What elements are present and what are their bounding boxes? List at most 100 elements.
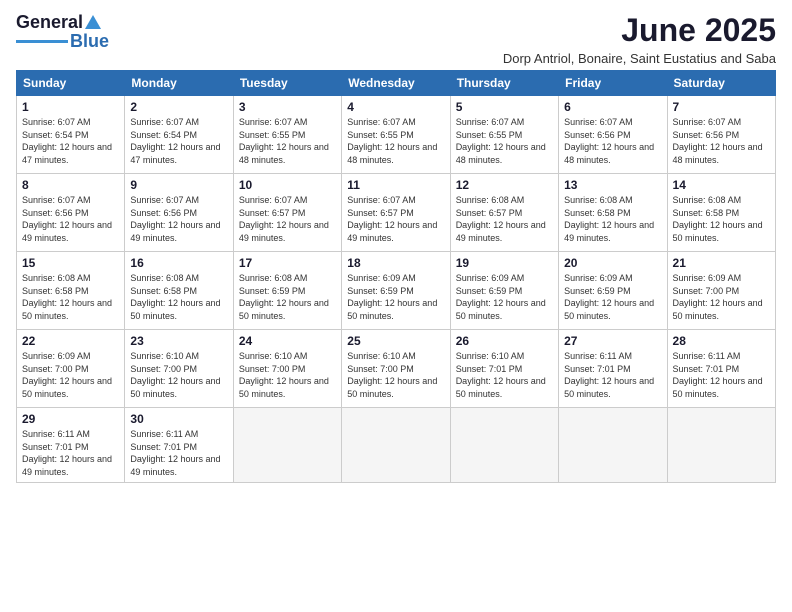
day-info: Sunrise: 6:11 AMSunset: 7:01 PMDaylight:… xyxy=(673,350,770,400)
calendar-cell: 18 Sunrise: 6:09 AMSunset: 6:59 PMDayligh… xyxy=(342,252,450,330)
day-number: 8 xyxy=(22,178,119,192)
calendar-cell: 22 Sunrise: 6:09 AMSunset: 7:00 PMDayligh… xyxy=(17,330,125,408)
calendar-cell: 23Sunrise: 6:10 AMSunset: 7:00 PMDayligh… xyxy=(125,330,233,408)
day-info: Sunrise: 6:11 AMSunset: 7:01 PMDaylight:… xyxy=(22,428,119,478)
calendar-cell: 6 Sunrise: 6:07 AMSunset: 6:56 PMDaylight… xyxy=(559,96,667,174)
day-info: Sunrise: 6:09 AMSunset: 7:00 PMDaylight:… xyxy=(22,350,119,400)
calendar-week-row: 29 Sunrise: 6:11 AMSunset: 7:01 PMDayligh… xyxy=(17,408,776,483)
calendar-cell: 30 Sunrise: 6:11 AMSunset: 7:01 PMDayligh… xyxy=(125,408,233,483)
day-number: 6 xyxy=(564,100,661,114)
calendar-cell xyxy=(233,408,341,483)
weekday-header: Tuesday xyxy=(233,71,341,96)
day-info: Sunrise: 6:07 AMSunset: 6:56 PMDaylight:… xyxy=(673,116,770,166)
calendar-cell: 10 Sunrise: 6:07 AMSunset: 6:57 PMDayligh… xyxy=(233,174,341,252)
calendar-cell: 17Sunrise: 6:08 AMSunset: 6:59 PMDayligh… xyxy=(233,252,341,330)
day-number: 19 xyxy=(456,256,553,270)
day-info: Sunrise: 6:08 AMSunset: 6:58 PMDaylight:… xyxy=(22,272,119,322)
main-title: June 2025 xyxy=(503,12,776,49)
day-number: 2 xyxy=(130,100,227,114)
calendar-cell xyxy=(342,408,450,483)
logo-blue: Blue xyxy=(70,31,109,52)
calendar-cell: 16 Sunrise: 6:08 AMSunset: 6:58 PMDayligh… xyxy=(125,252,233,330)
day-info: Sunrise: 6:07 AMSunset: 6:57 PMDaylight:… xyxy=(239,194,336,244)
calendar-cell: 14 Sunrise: 6:08 AMSunset: 6:58 PMDayligh… xyxy=(667,174,775,252)
day-number: 30 xyxy=(130,412,227,426)
day-number: 26 xyxy=(456,334,553,348)
calendar-cell: 7 Sunrise: 6:07 AMSunset: 6:56 PMDaylight… xyxy=(667,96,775,174)
calendar-cell: 19Sunrise: 6:09 AMSunset: 6:59 PMDayligh… xyxy=(450,252,558,330)
calendar-cell: 21 Sunrise: 6:09 AMSunset: 7:00 PMDayligh… xyxy=(667,252,775,330)
day-number: 29 xyxy=(22,412,119,426)
weekday-header: Thursday xyxy=(450,71,558,96)
day-info: Sunrise: 6:08 AMSunset: 6:57 PMDaylight:… xyxy=(456,194,553,244)
day-number: 13 xyxy=(564,178,661,192)
calendar-cell: 29 Sunrise: 6:11 AMSunset: 7:01 PMDayligh… xyxy=(17,408,125,483)
day-info: Sunrise: 6:08 AMSunset: 6:59 PMDaylight:… xyxy=(239,272,336,322)
calendar-cell xyxy=(667,408,775,483)
calendar-cell: 11Sunrise: 6:07 AMSunset: 6:57 PMDayligh… xyxy=(342,174,450,252)
weekday-header: Monday xyxy=(125,71,233,96)
day-number: 20 xyxy=(564,256,661,270)
calendar-week-row: 8 Sunrise: 6:07 AMSunset: 6:56 PMDaylight… xyxy=(17,174,776,252)
day-number: 16 xyxy=(130,256,227,270)
day-number: 10 xyxy=(239,178,336,192)
page: General Blue June 2025 Dorp Antriol, Bon… xyxy=(0,0,792,612)
day-info: Sunrise: 6:09 AMSunset: 7:00 PMDaylight:… xyxy=(673,272,770,322)
calendar-cell: 1 Sunrise: 6:07 AMSunset: 6:54 PMDaylight… xyxy=(17,96,125,174)
logo-triangle-icon xyxy=(83,13,103,33)
day-number: 24 xyxy=(239,334,336,348)
calendar-cell: 9 Sunrise: 6:07 AMSunset: 6:56 PMDaylight… xyxy=(125,174,233,252)
day-number: 7 xyxy=(673,100,770,114)
calendar-cell: 25Sunrise: 6:10 AMSunset: 7:00 PMDayligh… xyxy=(342,330,450,408)
calendar-cell: 28Sunrise: 6:11 AMSunset: 7:01 PMDayligh… xyxy=(667,330,775,408)
day-number: 21 xyxy=(673,256,770,270)
day-number: 9 xyxy=(130,178,227,192)
header: General Blue June 2025 Dorp Antriol, Bon… xyxy=(16,12,776,66)
day-info: Sunrise: 6:08 AMSunset: 6:58 PMDaylight:… xyxy=(673,194,770,244)
calendar-week-row: 1 Sunrise: 6:07 AMSunset: 6:54 PMDaylight… xyxy=(17,96,776,174)
day-number: 22 xyxy=(22,334,119,348)
calendar-cell: 15 Sunrise: 6:08 AMSunset: 6:58 PMDayligh… xyxy=(17,252,125,330)
day-info: Sunrise: 6:11 AMSunset: 7:01 PMDaylight:… xyxy=(564,350,661,400)
day-number: 18 xyxy=(347,256,444,270)
day-info: Sunrise: 6:07 AMSunset: 6:54 PMDaylight:… xyxy=(22,116,119,166)
calendar-cell: 5Sunrise: 6:07 AMSunset: 6:55 PMDaylight… xyxy=(450,96,558,174)
day-info: Sunrise: 6:07 AMSunset: 6:56 PMDaylight:… xyxy=(564,116,661,166)
day-number: 1 xyxy=(22,100,119,114)
day-info: Sunrise: 6:10 AMSunset: 7:00 PMDaylight:… xyxy=(347,350,444,400)
day-info: Sunrise: 6:09 AMSunset: 6:59 PMDaylight:… xyxy=(347,272,444,322)
logo: General Blue xyxy=(16,12,109,52)
weekday-header: Sunday xyxy=(17,71,125,96)
weekday-header-row: SundayMondayTuesdayWednesdayThursdayFrid… xyxy=(17,71,776,96)
day-info: Sunrise: 6:07 AMSunset: 6:55 PMDaylight:… xyxy=(456,116,553,166)
calendar-table: SundayMondayTuesdayWednesdayThursdayFrid… xyxy=(16,70,776,483)
day-info: Sunrise: 6:07 AMSunset: 6:55 PMDaylight:… xyxy=(347,116,444,166)
day-number: 27 xyxy=(564,334,661,348)
day-info: Sunrise: 6:07 AMSunset: 6:56 PMDaylight:… xyxy=(130,194,227,244)
day-number: 23 xyxy=(130,334,227,348)
calendar-cell: 2Sunrise: 6:07 AMSunset: 6:54 PMDaylight… xyxy=(125,96,233,174)
weekday-header: Saturday xyxy=(667,71,775,96)
day-number: 11 xyxy=(347,178,444,192)
subtitle: Dorp Antriol, Bonaire, Saint Eustatius a… xyxy=(503,51,776,66)
day-info: Sunrise: 6:07 AMSunset: 6:55 PMDaylight:… xyxy=(239,116,336,166)
day-number: 3 xyxy=(239,100,336,114)
logo-underline xyxy=(16,40,68,43)
day-info: Sunrise: 6:10 AMSunset: 7:00 PMDaylight:… xyxy=(239,350,336,400)
calendar-cell: 20 Sunrise: 6:09 AMSunset: 6:59 PMDayligh… xyxy=(559,252,667,330)
calendar-cell: 27 Sunrise: 6:11 AMSunset: 7:01 PMDayligh… xyxy=(559,330,667,408)
day-number: 14 xyxy=(673,178,770,192)
weekday-header: Friday xyxy=(559,71,667,96)
calendar-cell: 24 Sunrise: 6:10 AMSunset: 7:00 PMDayligh… xyxy=(233,330,341,408)
day-info: Sunrise: 6:11 AMSunset: 7:01 PMDaylight:… xyxy=(130,428,227,478)
day-number: 15 xyxy=(22,256,119,270)
day-number: 12 xyxy=(456,178,553,192)
calendar-cell: 3 Sunrise: 6:07 AMSunset: 6:55 PMDaylight… xyxy=(233,96,341,174)
calendar-cell: 12 Sunrise: 6:08 AMSunset: 6:57 PMDayligh… xyxy=(450,174,558,252)
weekday-header: Wednesday xyxy=(342,71,450,96)
day-info: Sunrise: 6:09 AMSunset: 6:59 PMDaylight:… xyxy=(564,272,661,322)
day-info: Sunrise: 6:08 AMSunset: 6:58 PMDaylight:… xyxy=(130,272,227,322)
calendar-cell: 13Sunrise: 6:08 AMSunset: 6:58 PMDayligh… xyxy=(559,174,667,252)
title-block: June 2025 Dorp Antriol, Bonaire, Saint E… xyxy=(503,12,776,66)
calendar-cell: 26Sunrise: 6:10 AMSunset: 7:01 PMDayligh… xyxy=(450,330,558,408)
